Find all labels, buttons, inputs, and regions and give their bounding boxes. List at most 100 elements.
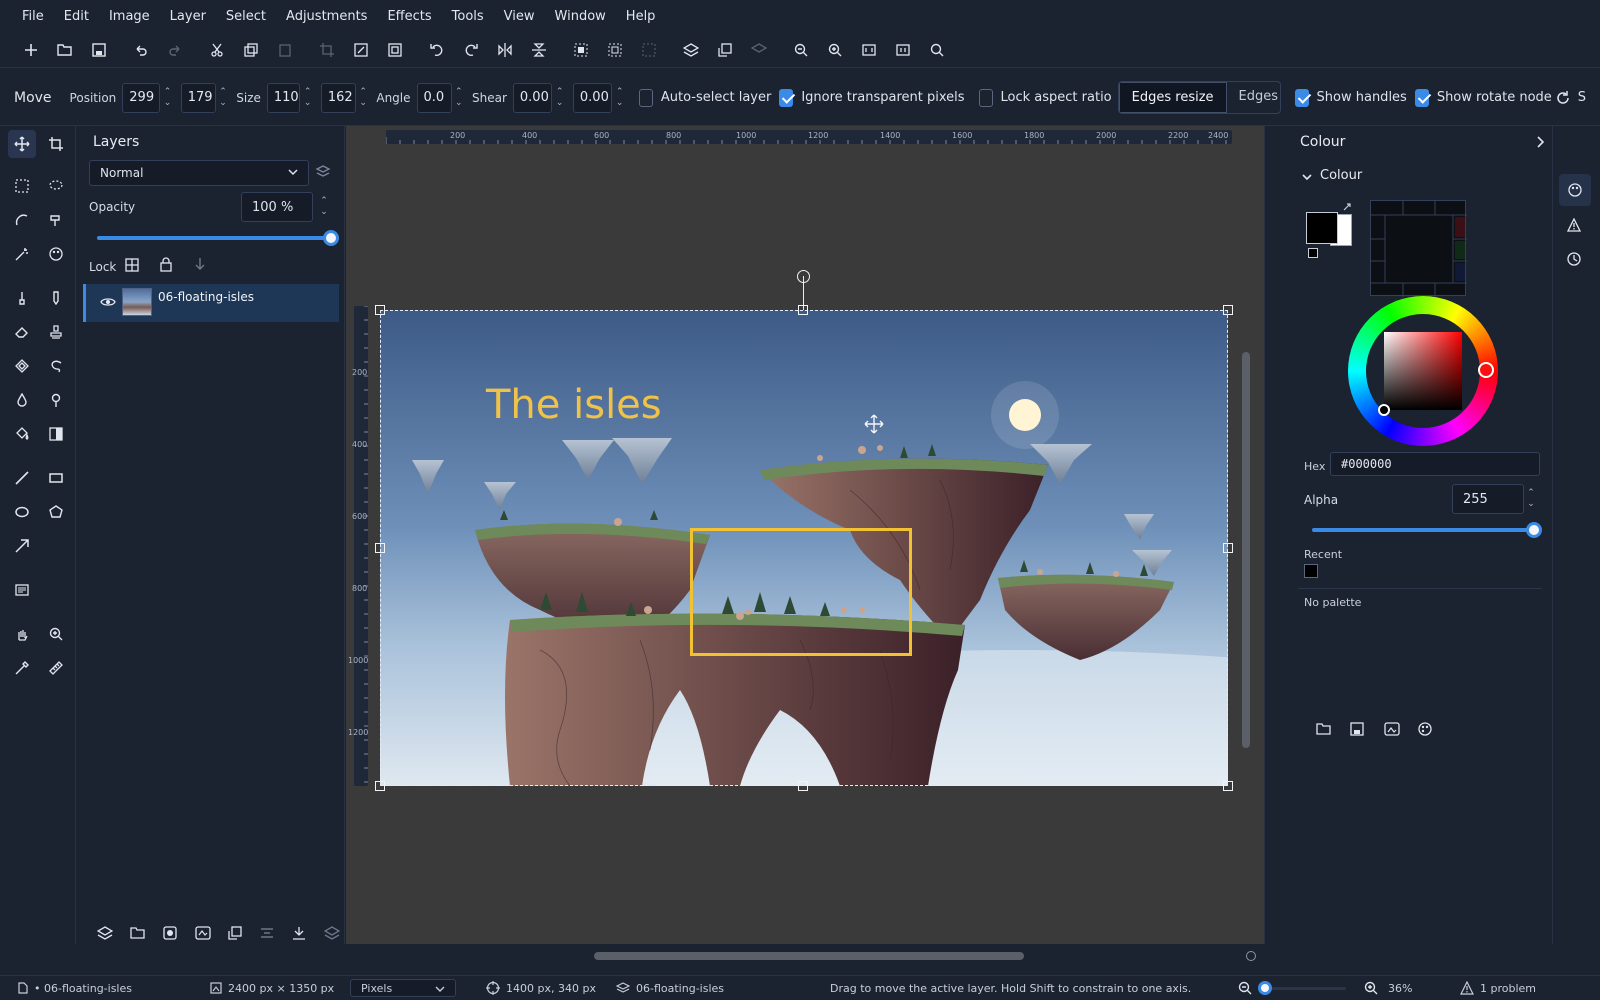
size-width-stepper[interactable]: ⌃ ⌄ (302, 83, 313, 113)
alpha-input[interactable]: 255 (1452, 484, 1524, 514)
angle-input[interactable]: 0.0 (416, 82, 452, 113)
opacity-slider-handle[interactable] (323, 230, 339, 246)
units-select[interactable]: Pixels (350, 979, 456, 997)
open-file-icon[interactable] (48, 36, 82, 64)
hex-input[interactable]: #000000 (1330, 452, 1540, 476)
layer-mask-icon[interactable] (163, 926, 177, 940)
resize-handle-se[interactable] (1223, 781, 1233, 791)
reset-icon[interactable] (1556, 90, 1570, 105)
recent-colour-swatch[interactable] (1304, 564, 1318, 578)
eye-visibility-icon[interactable] (100, 296, 116, 308)
merge-layer-icon[interactable] (324, 926, 340, 940)
alpha-slider[interactable] (1312, 522, 1542, 538)
cut-icon[interactable] (200, 36, 234, 64)
select-all-icon[interactable] (564, 36, 598, 64)
rotate-handle[interactable] (797, 270, 810, 283)
dodge-tool-icon[interactable] (42, 386, 70, 414)
hue-handle[interactable] (1478, 362, 1494, 378)
menu-view[interactable]: View (494, 9, 545, 24)
lock-position-icon[interactable] (193, 257, 207, 271)
position-x-input[interactable]: 299 (122, 82, 161, 113)
ellipse-tool-icon[interactable] (8, 498, 36, 526)
move-tool-icon[interactable] (8, 130, 36, 158)
zoom-slider[interactable] (1258, 981, 1346, 995)
invert-selection-icon[interactable] (598, 36, 632, 64)
menu-effects[interactable]: Effects (377, 9, 441, 24)
magic-wand-tool-icon[interactable] (8, 240, 36, 268)
resize-handle-n[interactable] (798, 305, 808, 315)
resize-handle-w[interactable] (375, 543, 385, 553)
duplicate-layer-icon[interactable] (708, 36, 742, 64)
horizontal-scrollbar[interactable] (594, 952, 1024, 960)
opacity-input[interactable]: 100 % (241, 192, 313, 222)
copy-icon[interactable] (234, 36, 268, 64)
chevron-down-icon[interactable] (1302, 172, 1312, 182)
edges-rotate-button[interactable]: Edges rotate (1227, 82, 1280, 113)
palette-icon[interactable] (1418, 722, 1432, 736)
lock-icon[interactable] (159, 257, 173, 272)
duplicate-layer-icon[interactable] (228, 926, 242, 940)
lasso-tool-icon[interactable] (42, 172, 70, 200)
zoom-reset-icon[interactable] (1246, 951, 1256, 961)
blur-tool-icon[interactable] (8, 386, 36, 414)
colour-palette-tab-icon[interactable] (1559, 174, 1591, 206)
swap-colours-icon[interactable] (1342, 202, 1352, 212)
text-tool-icon[interactable] (8, 576, 36, 604)
import-layer-icon[interactable] (130, 926, 146, 940)
menu-adjustments[interactable]: Adjustments (276, 9, 377, 24)
add-layer-icon[interactable] (97, 926, 113, 940)
lock-pixels-icon[interactable] (125, 258, 139, 272)
zoom-slider-handle[interactable] (1258, 981, 1272, 995)
layer-effects-icon[interactable] (195, 926, 211, 940)
reset-colours-icon[interactable] (1308, 248, 1318, 258)
canvas-viewport[interactable]: 200 400 600 800 1000 1200 1400 1600 1800… (346, 126, 1264, 968)
flip-vertical-icon[interactable] (522, 36, 556, 64)
saturation-value-square[interactable] (1384, 332, 1462, 410)
resize-handle-nw[interactable] (375, 305, 385, 315)
size-width-input[interactable]: 1102 (266, 82, 301, 113)
status-zoom-out-icon[interactable] (1238, 976, 1252, 1000)
zoom-in-icon[interactable] (818, 36, 852, 64)
resize-canvas-icon[interactable] (378, 36, 412, 64)
move-layer-up-icon[interactable] (260, 926, 274, 940)
menu-help[interactable]: Help (616, 9, 666, 24)
rotate-right-icon[interactable] (454, 36, 488, 64)
pencil-tool-icon[interactable] (42, 284, 70, 312)
opacity-slider[interactable] (97, 230, 339, 246)
rectangle-tool-icon[interactable] (42, 464, 70, 492)
zoom-tool-icon[interactable] (42, 620, 70, 648)
measure-tool-icon[interactable] (42, 654, 70, 682)
select-brush-tool-icon[interactable] (42, 206, 70, 234)
line-tool-icon[interactable] (8, 464, 36, 492)
colour-select-tool-icon[interactable] (42, 240, 70, 268)
freeform-select-tool-icon[interactable] (8, 206, 36, 234)
rotate-left-icon[interactable] (420, 36, 454, 64)
status-document[interactable]: • 06-floating-isles (18, 976, 132, 1000)
zoom-out-icon[interactable] (784, 36, 818, 64)
resize-handle-ne[interactable] (1223, 305, 1233, 315)
menu-window[interactable]: Window (545, 9, 616, 24)
menu-tools[interactable]: Tools (442, 9, 494, 24)
warning-tab-icon[interactable] (1567, 218, 1581, 232)
shear-x-stepper[interactable]: ⌃ ⌄ (554, 83, 565, 113)
alpha-stepper[interactable]: ⌃ ⌄ (1524, 484, 1538, 514)
resize-handle-sw[interactable] (375, 781, 385, 791)
alpha-slider-handle[interactable] (1526, 522, 1542, 538)
eraser-tool-icon[interactable] (8, 318, 36, 346)
gradient-tool-icon[interactable] (42, 420, 70, 448)
smudge-tool-icon[interactable] (42, 352, 70, 380)
flip-horizontal-icon[interactable] (488, 36, 522, 64)
edges-resize-button[interactable]: Edges resize (1118, 82, 1227, 113)
status-zoom-in-icon[interactable] (1364, 976, 1378, 1000)
layer-stack-icon[interactable] (674, 36, 708, 64)
pattern-tool-icon[interactable] (8, 352, 36, 380)
blend-mode-select[interactable]: Normal (89, 160, 309, 186)
status-problems[interactable]: 1 problem (1460, 976, 1536, 1000)
history-tab-icon[interactable] (1567, 252, 1581, 266)
size-height-stepper[interactable]: ⌃ ⌄ (358, 83, 369, 113)
brush-tool-icon[interactable] (8, 284, 36, 312)
actual-size-icon[interactable] (886, 36, 920, 64)
status-zoom-value[interactable]: 36% (1388, 976, 1412, 1000)
polygon-tool-icon[interactable] (42, 498, 70, 526)
menu-layer[interactable]: Layer (160, 9, 216, 24)
